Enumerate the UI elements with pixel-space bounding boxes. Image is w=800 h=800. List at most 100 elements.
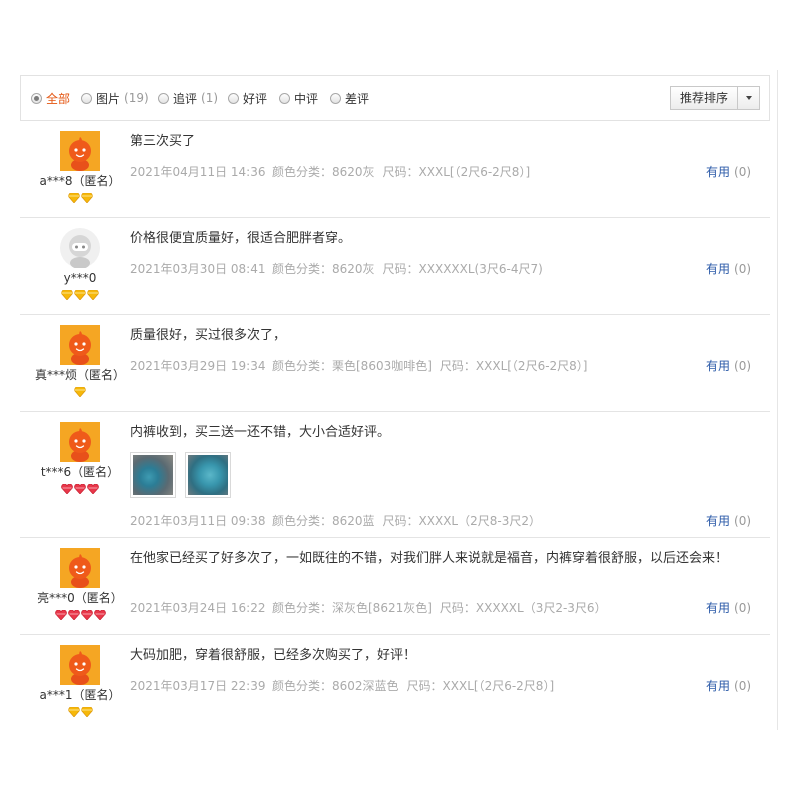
- orange-mascot-avatar-icon[interactable]: [60, 325, 100, 365]
- filter-positive[interactable]: 好评: [228, 89, 267, 107]
- useful-count: (0): [734, 165, 752, 179]
- gold-diamond-icon: [67, 707, 80, 717]
- radio-icon[interactable]: [81, 92, 92, 104]
- red-heart-icon: [61, 484, 73, 494]
- filter-negative[interactable]: 差评: [330, 89, 369, 107]
- useful-label[interactable]: 有用: [706, 359, 730, 373]
- review-size: 尺码：XXXL[（2尺6-2尺8）]: [382, 165, 531, 179]
- level-badges: [20, 707, 140, 717]
- reviewer: y***0: [20, 228, 140, 300]
- useful-label[interactable]: 有用: [706, 601, 730, 615]
- review-size: 尺码：XXXXXXL(3尺6-4尺7): [382, 262, 543, 276]
- useful-label[interactable]: 有用: [706, 514, 730, 528]
- level-badges: [20, 610, 140, 620]
- red-heart-icon: [74, 484, 86, 494]
- review-date: 2021年03月11日 09:38: [130, 514, 266, 528]
- orange-mascot-avatar-icon[interactable]: [60, 422, 100, 462]
- filter-label: 中评: [294, 91, 319, 106]
- review-meta: 2021年04月11日 14:36 颜色分类：8620灰 尺码：XXXL[（2尺6-…: [130, 163, 530, 180]
- red-heart-icon: [54, 610, 67, 620]
- review-date: 2021年03月24日 16:22: [130, 601, 266, 615]
- reviewer-name: a***8（匿名）: [39, 174, 121, 188]
- gold-diamond-icon: [67, 193, 80, 203]
- gold-diamond-icon: [80, 707, 93, 717]
- filter-neutral[interactable]: 中评: [279, 89, 318, 107]
- reviewer-name: t***6（匿名）: [40, 465, 120, 479]
- review-sku: 颜色分类：8620灰: [272, 262, 375, 276]
- right-divider-line: [777, 70, 778, 730]
- orange-mascot-avatar-icon[interactable]: [60, 131, 100, 171]
- reviewer: 亮***0（匿名）: [20, 548, 140, 620]
- red-heart-icon: [67, 610, 80, 620]
- sort-dropdown[interactable]: 推荐排序: [670, 86, 760, 110]
- gold-diamond-icon: [74, 290, 86, 300]
- reviewer-name: 真***烦（匿名）: [34, 368, 125, 382]
- radio-icon[interactable]: [228, 92, 239, 104]
- radio-icon[interactable]: [158, 92, 169, 104]
- gold-diamond-icon: [80, 193, 93, 203]
- level-badges: [20, 387, 140, 397]
- reviewer: a***1（匿名）: [20, 645, 140, 717]
- radio-icon[interactable]: [279, 92, 290, 104]
- gray-default-avatar-icon[interactable]: [60, 228, 100, 268]
- review-text: 在他家已经买了好多次了，一如既往的不错，对我们胖人来说就是福音，内裤穿着很舒服，…: [130, 551, 729, 566]
- review-meta: 2021年03月29日 19:34 颜色分类：栗色[8603咖啡色] 尺码：XXXL…: [130, 357, 588, 374]
- review-sku: 颜色分类：8620灰: [272, 165, 375, 179]
- review-sku: 颜色分类：深灰色[8621灰色]: [272, 601, 432, 615]
- useful-button[interactable]: 有用 (0): [706, 260, 751, 277]
- gold-diamond-icon: [61, 290, 73, 300]
- review-meta: 2021年03月17日 22:39 颜色分类：8602深蓝色 尺码：XXXL[（2尺…: [130, 677, 554, 694]
- review-text: 第三次买了: [130, 134, 196, 149]
- review-item: 亮***0（匿名） 在他家已经买了好多次了，一如既往的不错，对我们胖人来说就是福…: [20, 538, 770, 635]
- reviewer: 真***烦（匿名）: [20, 325, 140, 397]
- photo-thumbnail[interactable]: [185, 452, 231, 498]
- review-size: 尺码：XXXL[（2尺6-2尺8）]: [439, 359, 588, 373]
- review-item: a***1（匿名） 大码加肥，穿着很舒服，已经多次购买了，好评！ 2021年03…: [20, 635, 770, 730]
- review-date: 2021年03月29日 19:34: [130, 359, 266, 373]
- review-date: 2021年03月17日 22:39: [130, 679, 266, 693]
- level-badges: [20, 290, 140, 300]
- review-meta: 2021年03月30日 08:41 颜色分类：8620灰 尺码：XXXXXXL(3尺…: [130, 260, 543, 277]
- filter-label: 图片: [96, 91, 121, 106]
- filter-count: (1): [201, 91, 219, 105]
- filter-images[interactable]: 图片 (19): [81, 89, 149, 107]
- review-size: 尺码：XXXL[（2尺6-2尺8）]: [406, 679, 555, 693]
- review-size: 尺码：XXXXXL（3尺2-3尺6）: [439, 601, 607, 615]
- review-item: a***8（匿名） 第三次买了 2021年04月11日 14:36 颜色分类：86…: [20, 121, 770, 218]
- chevron-down-icon[interactable]: [738, 87, 759, 109]
- review-meta: 2021年03月24日 16:22 颜色分类：深灰色[8621灰色] 尺码：XXXX…: [130, 599, 607, 616]
- photo-thumbnail[interactable]: [130, 452, 176, 498]
- reviewer-name: a***1（匿名）: [39, 688, 121, 702]
- reviewer-name: 亮***0（匿名）: [37, 591, 123, 605]
- useful-button[interactable]: 有用 (0): [706, 512, 751, 529]
- red-heart-icon: [93, 610, 106, 620]
- filter-all[interactable]: 全部: [31, 89, 70, 107]
- review-item: 真***烦（匿名） 质量很好，买过很多次了， 2021年03月29日 19:34…: [20, 315, 770, 412]
- review-meta: 2021年03月11日 09:38 颜色分类：8620蓝 尺码：XXXXL（2尺8-…: [130, 512, 541, 529]
- orange-mascot-avatar-icon[interactable]: [60, 548, 100, 588]
- useful-label[interactable]: 有用: [706, 165, 730, 179]
- useful-button[interactable]: 有用 (0): [706, 599, 751, 616]
- sort-label: 推荐排序: [671, 87, 738, 109]
- reviewer: a***8（匿名）: [20, 131, 140, 203]
- reviewer: t***6（匿名）: [20, 422, 140, 494]
- useful-label[interactable]: 有用: [706, 262, 730, 276]
- orange-mascot-avatar-icon[interactable]: [60, 645, 100, 685]
- gold-diamond-icon: [74, 387, 86, 397]
- review-text: 大码加肥，穿着很舒服，已经多次购买了，好评！: [130, 648, 417, 663]
- useful-label[interactable]: 有用: [706, 679, 730, 693]
- useful-count: (0): [734, 679, 752, 693]
- review-text: 质量很好，买过很多次了，: [130, 328, 287, 343]
- filter-label: 差评: [345, 91, 370, 106]
- filter-label: 追评: [173, 91, 198, 106]
- useful-button[interactable]: 有用 (0): [706, 163, 751, 180]
- filter-followup[interactable]: 追评 (1): [158, 89, 218, 107]
- review-date: 2021年03月30日 08:41: [130, 262, 266, 276]
- useful-button[interactable]: 有用 (0): [706, 357, 751, 374]
- filter-label: 全部: [46, 91, 71, 106]
- useful-button[interactable]: 有用 (0): [706, 677, 751, 694]
- radio-icon[interactable]: [31, 92, 42, 104]
- review-item: t***6（匿名） 内裤收到，买三送一还不错，大小合适好评。 2021年03月1…: [20, 412, 770, 538]
- radio-icon[interactable]: [330, 92, 341, 104]
- review-sku: 颜色分类：栗色[8603咖啡色]: [272, 359, 432, 373]
